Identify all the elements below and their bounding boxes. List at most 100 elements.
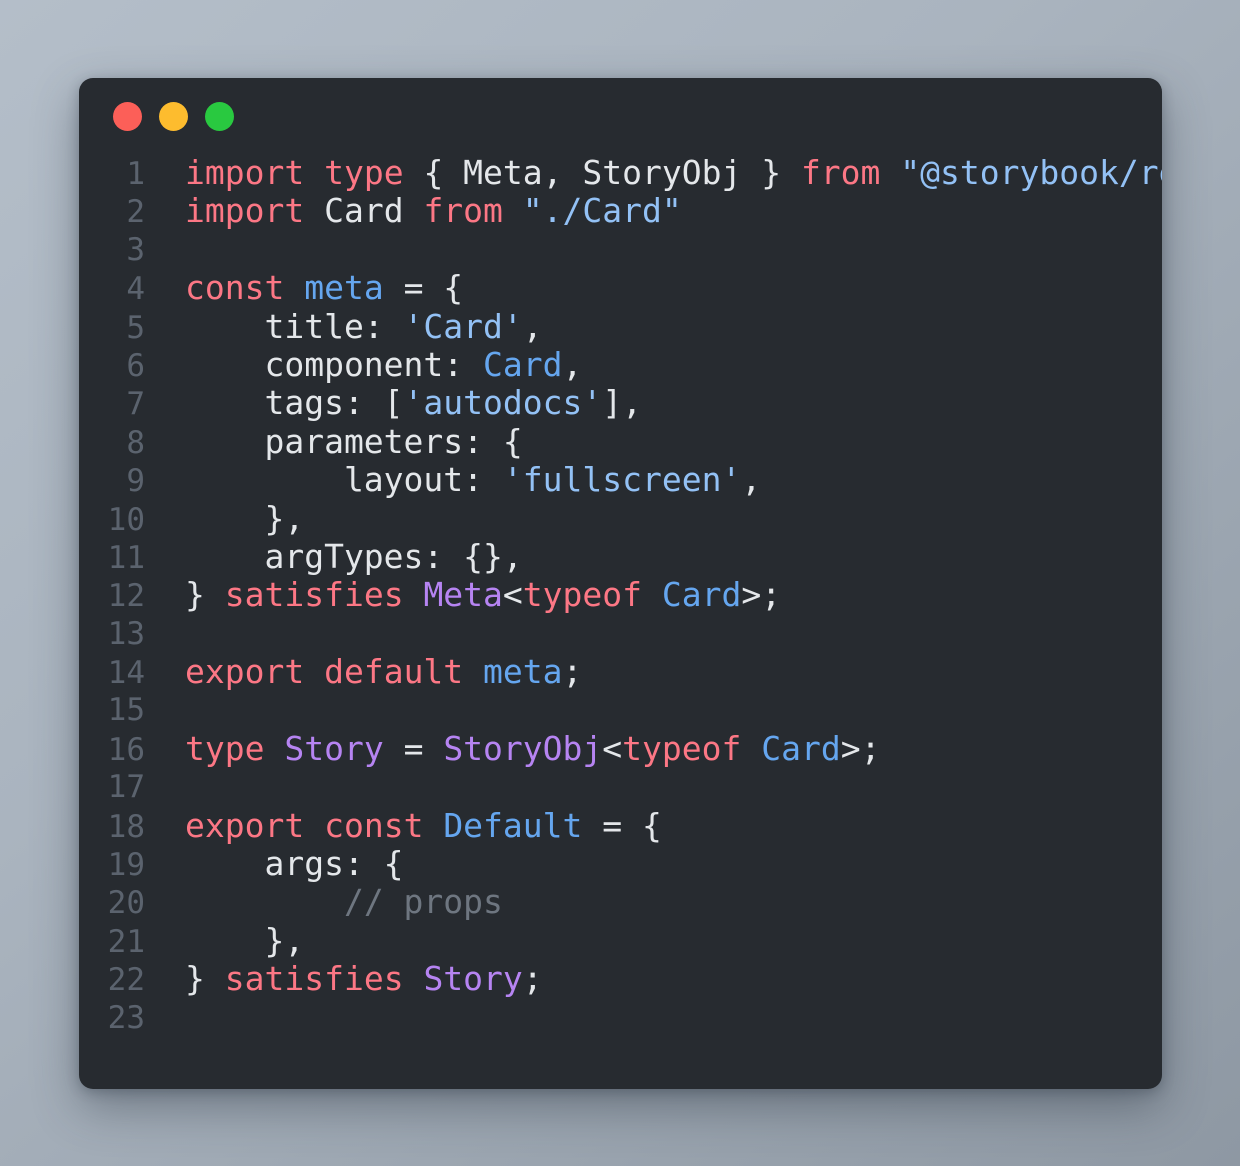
code-line: 22} satisfies Story; — [79, 960, 1162, 998]
code-line: 7 tags: ['autodocs'], — [79, 384, 1162, 422]
line-number: 14 — [107, 655, 145, 692]
line-number: 4 — [126, 271, 145, 308]
line-number: 18 — [107, 808, 145, 845]
code-token-kw: satisfies — [224, 960, 404, 999]
code-token-plain: args: { — [185, 845, 404, 884]
maximize-window-icon[interactable] — [205, 101, 234, 131]
window-titlebar — [79, 78, 1162, 154]
code-line-text: args: { — [145, 845, 1162, 883]
minimize-window-icon[interactable] — [159, 101, 188, 131]
code-token-plain: >; — [741, 576, 782, 615]
code-line: 4 const meta = { — [79, 269, 1162, 307]
code-line-text: import type { Meta, StoryObj } from "@st… — [145, 154, 1162, 192]
code-token-str: "./Card" — [522, 192, 682, 231]
code-token-str: 'Card' — [403, 307, 523, 346]
code-token-str: 'fullscreen' — [502, 461, 742, 500]
code-token-kw: type — [185, 729, 265, 768]
code-line: 23 — [79, 999, 1162, 1037]
code-token-plain: , — [741, 461, 762, 500]
app-root: 1 import type { Meta, StoryObj } from "@s… — [0, 0, 1240, 1166]
code-token-kw: import — [185, 192, 305, 231]
code-token-type: StoryObj — [443, 729, 603, 768]
line-number: 12 — [107, 578, 145, 615]
code-line-text: } satisfies Meta<typeof Card>; — [145, 576, 1162, 614]
code-token-plain: } — [185, 576, 225, 615]
code-line-text: export const Default = { — [145, 807, 1162, 845]
code-line-text: // props — [145, 883, 1162, 921]
code-line: 1 import type { Meta, StoryObj } from "@s… — [79, 154, 1162, 192]
line-number: 8 — [126, 424, 145, 461]
code-token-kw: const — [185, 269, 285, 308]
line-number: 23 — [107, 999, 145, 1036]
code-editor[interactable]: 1 import type { Meta, StoryObj } from "@s… — [79, 154, 1162, 1037]
code-line: 17 — [79, 768, 1162, 806]
code-token-plain: } — [185, 960, 225, 999]
code-token-kw: from — [423, 192, 503, 231]
code-token-plain: tags: [ — [185, 384, 404, 423]
code-token-kw: from — [800, 154, 881, 192]
code-token-plain: ; — [522, 960, 543, 999]
code-token-kw: typeof — [622, 729, 742, 768]
code-token-kw: default — [324, 653, 464, 692]
code-token-kw: satisfies — [224, 576, 404, 615]
code-line: 21 }, — [79, 922, 1162, 960]
close-window-icon[interactable] — [113, 101, 142, 131]
code-token-kw: typeof — [522, 576, 643, 615]
code-token-kw: import — [185, 154, 305, 192]
code-token-type: Story — [423, 960, 523, 999]
code-token-plain: }, — [185, 921, 305, 960]
code-token-plain: parameters: { — [185, 422, 523, 461]
code-token-var: Default — [443, 806, 583, 845]
code-token-plain: ], — [602, 384, 642, 423]
code-line: 13 — [79, 615, 1162, 653]
code-line-text: tags: ['autodocs'], — [145, 384, 1162, 422]
code-line: 8 parameters: { — [79, 423, 1162, 461]
code-token-var: Card — [483, 345, 563, 384]
line-number: 10 — [107, 501, 145, 538]
code-line: 14 export default meta; — [79, 653, 1162, 691]
code-token-plain: = — [383, 729, 444, 768]
code-token-plain: , — [522, 307, 543, 346]
code-token-str: 'autodocs' — [403, 384, 603, 423]
code-line: 20 // props — [79, 883, 1162, 921]
line-number: 19 — [107, 847, 145, 884]
code-line-text: layout: 'fullscreen', — [145, 461, 1162, 499]
code-token-kw: const — [324, 806, 424, 845]
line-number: 2 — [126, 194, 145, 231]
code-line-text: const meta = { — [145, 269, 1162, 307]
code-line: 12} satisfies Meta<typeof Card>; — [79, 576, 1162, 614]
line-number: 3 — [126, 231, 145, 268]
code-token-plain: = { — [383, 269, 464, 308]
line-number: 6 — [126, 347, 145, 384]
code-token-plain: >; — [840, 729, 881, 768]
code-line-text: argTypes: {}, — [145, 538, 1162, 576]
code-line-text: type Story = StoryObj<typeof Card>; — [145, 730, 1162, 768]
code-token-plain: argTypes: {}, — [185, 537, 523, 576]
line-number: 22 — [107, 962, 145, 999]
code-line: 18 export const Default = { — [79, 807, 1162, 845]
code-line-text: export default meta; — [145, 653, 1162, 691]
code-token-plain: component: — [185, 345, 484, 384]
line-number: 15 — [107, 692, 145, 729]
line-number: 21 — [107, 923, 145, 960]
code-token-plain: = { — [582, 806, 662, 845]
code-line-text: parameters: { — [145, 423, 1162, 461]
code-token-str: "@storybook/react" — [900, 154, 1162, 192]
code-line-text: } satisfies Story; — [145, 960, 1162, 998]
code-token-type: Meta — [423, 576, 503, 615]
code-line-text: title: 'Card', — [145, 308, 1162, 346]
code-token-plain: , — [562, 345, 583, 384]
code-line: 3 — [79, 231, 1162, 269]
code-token-type: Story — [284, 729, 384, 768]
code-token-comment: // props — [343, 883, 503, 922]
